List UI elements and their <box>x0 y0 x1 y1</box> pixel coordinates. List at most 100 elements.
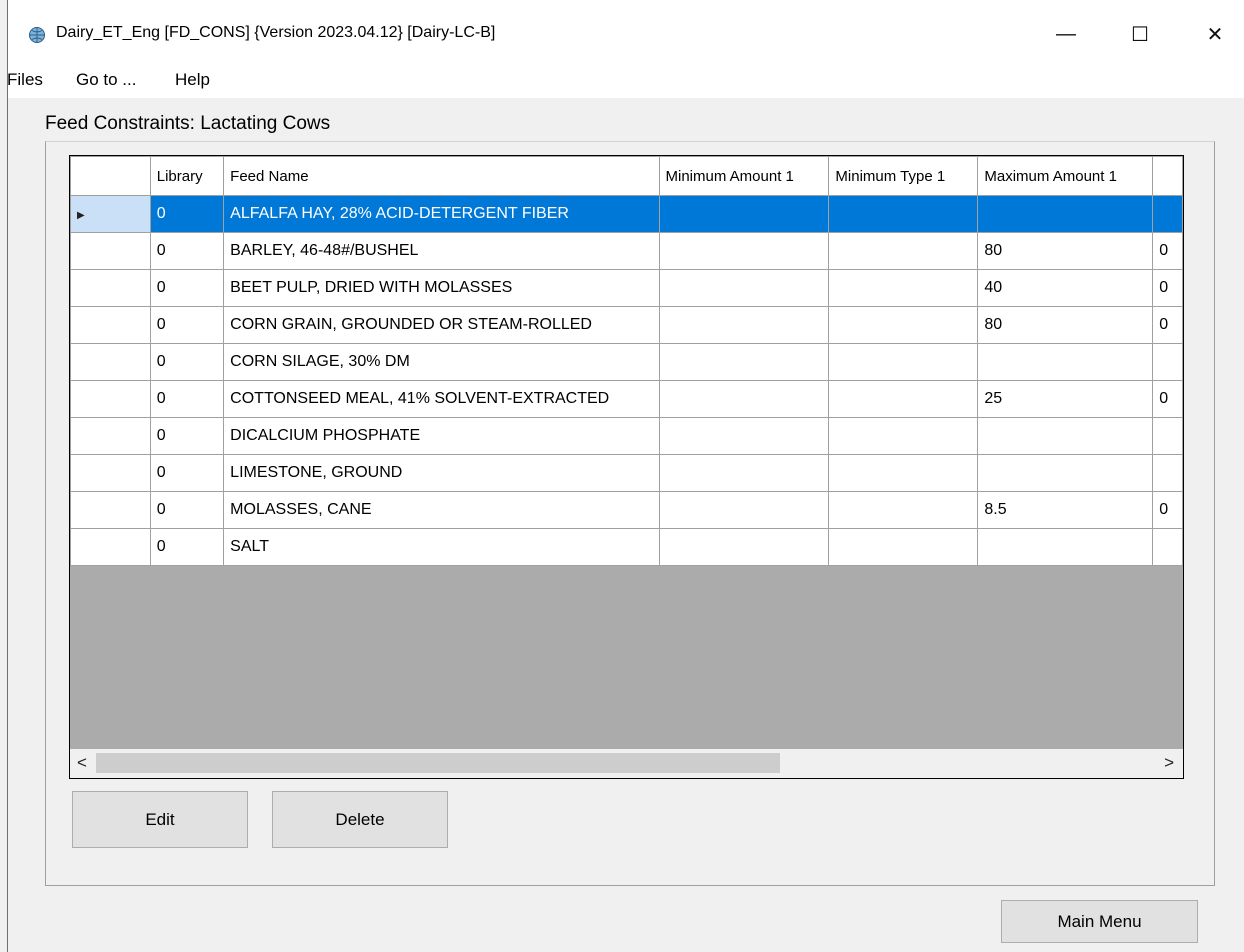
table-row[interactable]: 0 BEET PULP, DRIED WITH MOLASSES 40 0 <box>70 269 1183 307</box>
cell-min-amount[interactable] <box>658 269 830 307</box>
cell-feed-name[interactable]: CORN GRAIN, GROUNDED OR STEAM-ROLLED <box>223 306 660 344</box>
table-row[interactable]: 0 BARLEY, 46-48#/BUSHEL 80 0 <box>70 232 1183 270</box>
row-header[interactable] <box>70 269 151 307</box>
row-header[interactable] <box>70 528 151 566</box>
cell-next[interactable]: 0 <box>1152 306 1183 344</box>
scroll-left-icon[interactable]: < <box>77 753 87 773</box>
minimize-button[interactable]: — <box>1043 14 1089 54</box>
cell-min-amount[interactable] <box>658 491 830 529</box>
column-header-min-type[interactable]: Minimum Type 1 <box>828 156 979 196</box>
cell-library[interactable]: 0 <box>149 417 225 455</box>
maximize-button[interactable]: ☐ <box>1117 14 1163 54</box>
cell-library[interactable]: 0 <box>149 269 225 307</box>
cell-feed-name[interactable]: DICALCIUM PHOSPHATE <box>223 417 660 455</box>
close-button[interactable]: ✕ <box>1192 14 1238 54</box>
cell-max-amount[interactable] <box>977 528 1154 566</box>
cell-min-type[interactable] <box>828 343 979 381</box>
cell-min-type[interactable] <box>828 491 979 529</box>
column-header-feed-name[interactable]: Feed Name <box>223 156 660 196</box>
row-header[interactable] <box>70 380 151 418</box>
cell-next[interactable]: 0 <box>1152 380 1183 418</box>
cell-next[interactable]: 0 <box>1152 232 1183 270</box>
cell-min-type[interactable] <box>828 417 979 455</box>
column-header-next[interactable] <box>1152 156 1183 196</box>
table-row[interactable]: 0 SALT <box>70 528 1183 566</box>
row-header[interactable] <box>70 454 151 492</box>
feed-constraints-grid[interactable]: Library Feed Name Minimum Amount 1 Minim… <box>69 155 1184 779</box>
cell-next[interactable] <box>1152 417 1183 455</box>
table-row[interactable]: 0 LIMESTONE, GROUND <box>70 454 1183 492</box>
cell-min-type[interactable] <box>828 269 979 307</box>
title-bar[interactable]: Dairy_ET_Eng [FD_CONS] {Version 2023.04.… <box>8 0 1244 62</box>
cell-feed-name[interactable]: BEET PULP, DRIED WITH MOLASSES <box>223 269 660 307</box>
cell-max-amount[interactable] <box>977 417 1154 455</box>
cell-max-amount[interactable]: 40 <box>977 269 1154 307</box>
cell-next[interactable]: 0 <box>1152 269 1183 307</box>
cell-min-amount[interactable] <box>658 380 830 418</box>
cell-feed-name[interactable]: BARLEY, 46-48#/BUSHEL <box>223 232 660 270</box>
cell-min-amount[interactable] <box>658 528 830 566</box>
cell-feed-name[interactable]: MOLASSES, CANE <box>223 491 660 529</box>
scrollbar-thumb[interactable] <box>96 753 780 773</box>
row-header[interactable] <box>70 343 151 381</box>
cell-next[interactable] <box>1152 528 1183 566</box>
row-header[interactable] <box>70 491 151 529</box>
column-header-min-amount[interactable]: Minimum Amount 1 <box>658 156 830 196</box>
cell-max-amount[interactable]: 25 <box>977 380 1154 418</box>
cell-feed-name[interactable]: ALFALFA HAY, 28% ACID-DETERGENT FIBER <box>223 195 660 233</box>
cell-min-amount[interactable] <box>658 195 830 233</box>
cell-max-amount[interactable]: 80 <box>977 306 1154 344</box>
cell-min-type[interactable] <box>828 454 979 492</box>
horizontal-scrollbar[interactable]: < > <box>70 749 1183 778</box>
cell-min-amount[interactable] <box>658 454 830 492</box>
menu-help[interactable]: Help <box>175 70 210 90</box>
cell-max-amount[interactable] <box>977 343 1154 381</box>
cell-next[interactable] <box>1152 343 1183 381</box>
cell-library[interactable]: 0 <box>149 232 225 270</box>
row-header[interactable] <box>70 306 151 344</box>
table-row[interactable]: 0 COTTONSEED MEAL, 41% SOLVENT-EXTRACTED 2… <box>70 380 1183 418</box>
table-row[interactable]: 0 CORN GRAIN, GROUNDED OR STEAM-ROLLED 80 0 <box>70 306 1183 344</box>
cell-min-amount[interactable] <box>658 306 830 344</box>
cell-library[interactable]: 0 <box>149 195 225 233</box>
column-header-library[interactable]: Library <box>149 156 225 196</box>
cell-min-type[interactable] <box>828 306 979 344</box>
column-header-max-amount[interactable]: Maximum Amount 1 <box>977 156 1154 196</box>
delete-button[interactable]: Delete <box>272 791 448 848</box>
cell-next[interactable] <box>1152 454 1183 492</box>
edit-button[interactable]: Edit <box>72 791 248 848</box>
cell-min-amount[interactable] <box>658 343 830 381</box>
cell-feed-name[interactable]: SALT <box>223 528 660 566</box>
table-row[interactable]: 0 CORN SILAGE, 30% DM <box>70 343 1183 381</box>
table-row[interactable]: 0 MOLASSES, CANE 8.5 0 <box>70 491 1183 529</box>
cell-feed-name[interactable]: COTTONSEED MEAL, 41% SOLVENT-EXTRACTED <box>223 380 660 418</box>
row-header[interactable]: ▶ <box>70 195 151 233</box>
cell-min-type[interactable] <box>828 380 979 418</box>
table-row[interactable]: ▶ 0 ALFALFA HAY, 28% ACID-DETERGENT FIBER <box>70 195 1183 233</box>
cell-max-amount[interactable] <box>977 454 1154 492</box>
menu-files[interactable]: Files <box>7 70 43 90</box>
cell-library[interactable]: 0 <box>149 343 225 381</box>
cell-library[interactable]: 0 <box>149 528 225 566</box>
menu-goto[interactable]: Go to ... <box>76 70 136 90</box>
cell-library[interactable]: 0 <box>149 454 225 492</box>
cell-max-amount[interactable]: 8.5 <box>977 491 1154 529</box>
cell-max-amount[interactable] <box>977 195 1154 233</box>
cell-next[interactable]: 0 <box>1152 491 1183 529</box>
cell-min-type[interactable] <box>828 232 979 270</box>
cell-min-amount[interactable] <box>658 417 830 455</box>
cell-feed-name[interactable]: CORN SILAGE, 30% DM <box>223 343 660 381</box>
cell-min-type[interactable] <box>828 528 979 566</box>
cell-next[interactable] <box>1152 195 1183 233</box>
cell-min-amount[interactable] <box>658 232 830 270</box>
scroll-right-icon[interactable]: > <box>1164 753 1174 773</box>
table-row[interactable]: 0 DICALCIUM PHOSPHATE <box>70 417 1183 455</box>
row-header[interactable] <box>70 232 151 270</box>
cell-library[interactable]: 0 <box>149 306 225 344</box>
main-menu-button[interactable]: Main Menu <box>1001 900 1198 943</box>
row-header[interactable] <box>70 417 151 455</box>
cell-min-type[interactable] <box>828 195 979 233</box>
cell-library[interactable]: 0 <box>149 380 225 418</box>
cell-max-amount[interactable]: 80 <box>977 232 1154 270</box>
cell-feed-name[interactable]: LIMESTONE, GROUND <box>223 454 660 492</box>
